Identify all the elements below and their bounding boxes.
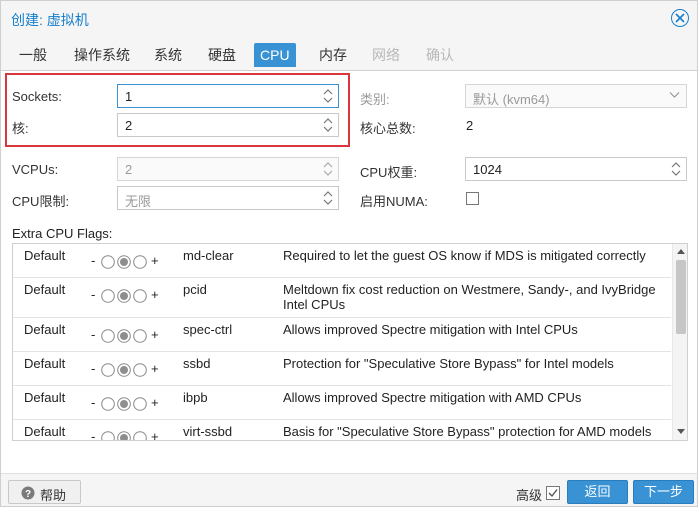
scroll-up-icon[interactable]	[676, 248, 686, 255]
flags-scrollbar[interactable]	[672, 244, 687, 440]
cpu-limit-label: CPU限制:	[12, 194, 70, 209]
tab-cpu[interactable]: CPU	[254, 43, 296, 67]
type-select: 默认 (kvm64)	[465, 84, 687, 108]
tristate-radio-icons[interactable]	[101, 396, 147, 412]
flag-state: Default	[24, 390, 66, 405]
plus-sign: +	[151, 253, 159, 268]
svg-text:?: ?	[25, 489, 31, 500]
flag-description: Allows improved Spectre mitigation with …	[283, 322, 578, 337]
flag-state: Default	[24, 424, 66, 439]
dialog-footer: ? 帮助 高级 返回 下一步	[1, 473, 697, 506]
flag-row-pcid: Default - + pcid Meltdown fix cost reduc…	[13, 278, 671, 318]
flag-tristate-control[interactable]: - +	[91, 253, 171, 269]
cpu-weight-input[interactable]: 1024	[465, 157, 687, 181]
tab-bar: 一般 操作系统 系统 硬盘 CPU 内存 网络 确认	[1, 37, 697, 71]
vcpus-input: 2	[117, 157, 339, 181]
flag-row-virt-ssbd: Default - + virt-ssbd Basis for "Specula…	[13, 420, 671, 441]
chevron-down-icon	[669, 92, 680, 98]
flag-tristate-control[interactable]: - +	[91, 429, 171, 441]
tristate-radio-icons[interactable]	[101, 328, 147, 344]
tristate-radio-icons[interactable]	[101, 430, 147, 441]
help-button-label: 帮助	[40, 488, 67, 503]
back-button[interactable]: 返回	[567, 480, 628, 504]
flag-row-md-clear: Default - + md-clear Required to let the…	[13, 244, 671, 278]
tab-confirm: 确认	[426, 47, 454, 63]
close-button[interactable]	[671, 9, 689, 27]
flag-row-spec-ctrl: Default - + spec-ctrl Allows improved Sp…	[13, 318, 671, 352]
help-icon: ?	[21, 486, 35, 500]
plus-sign: +	[151, 429, 159, 441]
flag-row-ssbd: Default - + ssbd Protection for "Specula…	[13, 352, 671, 386]
flag-name: pcid	[183, 282, 207, 297]
tristate-radio-icons[interactable]	[101, 362, 147, 378]
flag-description: Basis for "Speculative Store Bypass" pro…	[283, 424, 652, 439]
flag-state: Default	[24, 248, 66, 263]
next-button[interactable]: 下一步	[633, 480, 694, 504]
help-button[interactable]: ? 帮助	[8, 480, 81, 504]
flag-state: Default	[24, 356, 66, 371]
cpu-limit-input[interactable]: 无限	[117, 186, 339, 210]
flag-tristate-control[interactable]: - +	[91, 327, 171, 343]
minus-sign: -	[91, 253, 96, 268]
tab-general[interactable]: 一般	[13, 43, 53, 67]
vcpus-value: 2	[125, 162, 133, 177]
create-vm-dialog: 创建: 虚拟机 一般 操作系统 系统 硬盘 CPU 内存 网络 确认 Socke…	[0, 0, 698, 507]
plus-sign: +	[151, 327, 159, 342]
tab-system[interactable]: 系统	[148, 43, 188, 67]
tab-network: 网络	[372, 47, 400, 63]
plus-sign: +	[151, 287, 159, 302]
minus-sign: -	[91, 395, 96, 410]
dialog-title: 创建: 虚拟机	[11, 12, 89, 28]
tab-memory[interactable]: 内存	[313, 43, 353, 67]
tristate-radio-icons[interactable]	[101, 254, 147, 270]
flag-description: Protection for "Speculative Store Bypass…	[283, 356, 614, 371]
extra-cpu-flags-title: Extra CPU Flags:	[12, 226, 113, 241]
flag-description: Required to let the guest OS know if MDS…	[283, 248, 646, 263]
flag-state: Default	[24, 322, 66, 337]
type-value: 默认 (kvm64)	[473, 92, 550, 107]
flag-description: Meltdown fix cost reduction on Westmere,…	[283, 282, 656, 312]
highlight-annotation-box	[5, 73, 350, 147]
advanced-checkbox[interactable]	[546, 486, 560, 500]
scroll-down-icon[interactable]	[676, 428, 686, 435]
flag-name: ibpb	[183, 390, 208, 405]
minus-sign: -	[91, 429, 96, 441]
cpu-weight-value: 1024	[473, 162, 502, 177]
flag-tristate-control[interactable]: - +	[91, 287, 171, 303]
flag-description: Allows improved Spectre mitigation with …	[283, 390, 582, 405]
numa-checkbox[interactable]	[466, 192, 479, 205]
minus-sign: -	[91, 327, 96, 342]
flag-state: Default	[24, 282, 66, 297]
flag-name: spec-ctrl	[183, 322, 233, 337]
plus-sign: +	[151, 361, 159, 376]
close-icon	[675, 13, 685, 23]
flag-tristate-control[interactable]: - +	[91, 361, 171, 377]
flag-name: md-clear	[183, 248, 234, 263]
flag-tristate-control[interactable]: - +	[91, 395, 171, 411]
dialog-titlebar: 创建: 虚拟机	[1, 1, 697, 37]
tab-os[interactable]: 操作系统	[68, 43, 136, 67]
type-label: 类别:	[360, 92, 390, 107]
extra-cpu-flags-grid: Default - + md-clear Required to let the…	[12, 243, 688, 441]
cpu-weight-label: CPU权重:	[360, 165, 418, 180]
tristate-radio-icons[interactable]	[101, 288, 147, 304]
spinner-icon	[323, 162, 333, 176]
scrollbar-thumb[interactable]	[676, 260, 686, 334]
minus-sign: -	[91, 361, 96, 376]
flag-name: virt-ssbd	[183, 424, 233, 439]
minus-sign: -	[91, 287, 96, 302]
tab-disk[interactable]: 硬盘	[202, 43, 242, 67]
spinner-icon[interactable]	[670, 160, 682, 178]
flag-row-ibpb: Default - + ibpb Allows improved Spectre…	[13, 386, 671, 420]
numa-label: 启用NUMA:	[360, 194, 428, 209]
plus-sign: +	[151, 395, 159, 410]
vcpus-label: VCPUs:	[12, 162, 59, 177]
total-cores-value: 2	[466, 118, 474, 133]
flag-name: ssbd	[183, 356, 211, 371]
total-cores-label: 核心总数:	[360, 121, 416, 136]
cpu-limit-value: 无限	[125, 194, 152, 209]
spinner-icon[interactable]	[322, 189, 334, 207]
advanced-label: 高级	[516, 488, 543, 503]
